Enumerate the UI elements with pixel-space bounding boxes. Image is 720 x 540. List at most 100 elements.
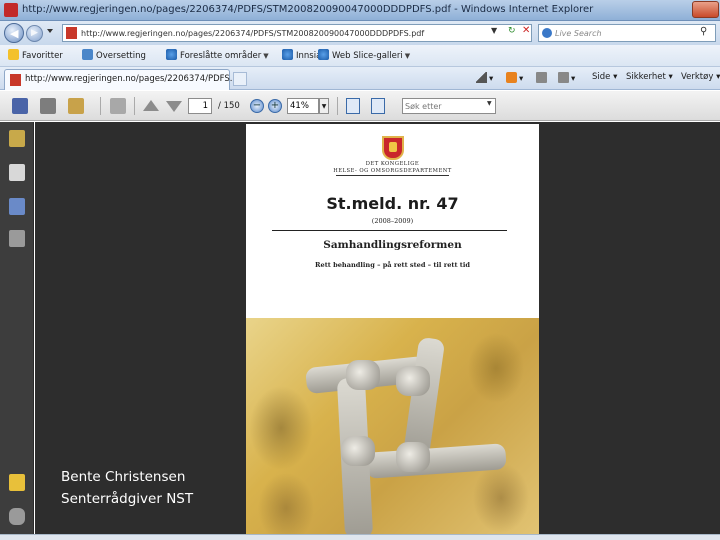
pdf-page-icon xyxy=(66,27,77,39)
feeds-button[interactable]: ▾ xyxy=(506,72,523,86)
address-bar: ◀ ▶ ▼ ↻ ✕ ⚲ xyxy=(0,21,720,45)
royal-crest-icon xyxy=(382,136,404,160)
page-menu-label: Side xyxy=(592,72,611,82)
search-input[interactable] xyxy=(555,26,695,40)
pdf-app-icon xyxy=(4,3,18,17)
search-box: ⚲ xyxy=(538,24,716,42)
ministry-line-1: DET KONGELIGE xyxy=(365,161,420,167)
bookmarks-icon[interactable] xyxy=(9,198,25,215)
chevron-down-icon: ▾ xyxy=(519,74,524,84)
search-icon[interactable]: ⚲ xyxy=(700,26,707,37)
close-window-button[interactable] xyxy=(692,1,719,18)
favorites-bar: Favoritter Oversetting Foreslåtte område… xyxy=(0,45,720,67)
chevron-down-icon[interactable]: ▼ xyxy=(487,100,492,107)
arm-shape xyxy=(365,443,507,479)
presenter-role: Senterrådgiver NST xyxy=(61,491,194,507)
navigation-panel xyxy=(0,122,34,540)
hand-shape xyxy=(396,442,430,472)
hand-shape xyxy=(346,360,380,390)
zoom-dropdown[interactable]: ▼ xyxy=(319,98,329,114)
tab-bar: http://www.regjeringen.no/pages/2206374/… xyxy=(0,67,720,90)
ie-icon xyxy=(282,49,293,60)
tools-menu-label: Verktøy xyxy=(681,72,714,82)
ministry-line-2: HELSE- OG OMSORGSDEPARTEMENT xyxy=(333,168,452,174)
arm-shape xyxy=(402,336,446,460)
document-page: DET KONGELIGE HELSE- OG OMSORGSDEPARTEME… xyxy=(246,124,539,538)
favorites-button[interactable]: Favoritter xyxy=(8,49,63,63)
home-button[interactable]: ▾ xyxy=(476,72,493,86)
back-button[interactable]: ◀ xyxy=(4,23,24,43)
arrow-left-icon: ◀ xyxy=(10,27,19,40)
window-title: http://www.regjeringen.no/pages/2206374/… xyxy=(22,4,594,15)
page-number-input[interactable] xyxy=(188,98,212,114)
home-icon xyxy=(476,72,487,83)
recent-pages-dropdown[interactable] xyxy=(47,29,53,33)
hand-shape xyxy=(396,366,430,396)
document-tagline: Rett behandling – på rett sted – til ret… xyxy=(315,261,470,269)
tab-pdf-document[interactable]: http://www.regjeringen.no/pages/2206374/… xyxy=(4,69,238,90)
zoom-out-button[interactable]: − xyxy=(250,99,264,113)
fav-item-translate[interactable]: Oversetting xyxy=(82,49,146,63)
document-subtitle: Samhandlingsreformen xyxy=(323,239,462,251)
fav-item-label: Foreslåtte områder xyxy=(180,51,262,61)
live-search-icon xyxy=(542,28,552,38)
favorites-label: Favoritter xyxy=(22,51,63,61)
url-dropdown-icon[interactable]: ▼ xyxy=(491,26,497,35)
pdf-toolbar: / 150 − + ▼ ▼ xyxy=(0,91,720,121)
title-bar: http://www.regjeringen.no/pages/2206374/… xyxy=(0,0,720,21)
comments-icon[interactable] xyxy=(9,474,25,491)
next-page-icon[interactable] xyxy=(166,101,182,112)
previous-page-icon[interactable] xyxy=(143,100,159,111)
fit-page-icon[interactable] xyxy=(346,98,360,114)
cover-photo-joined-hands xyxy=(246,318,539,538)
ie-icon xyxy=(166,49,177,60)
presenter-name: Bente Christensen xyxy=(61,469,186,485)
chevron-down-icon: ▾ xyxy=(571,74,576,84)
printer-icon xyxy=(558,72,569,83)
zoom-input[interactable] xyxy=(287,98,319,114)
page-total: / 150 xyxy=(218,101,240,111)
read-mail-button[interactable] xyxy=(536,72,549,86)
lock-icon[interactable] xyxy=(9,130,25,147)
fav-item-innsia[interactable]: Innsia xyxy=(282,49,321,63)
translate-icon xyxy=(82,49,93,60)
binoculars-icon[interactable] xyxy=(9,230,25,247)
tools-menu[interactable]: Verktøy ▾ xyxy=(681,72,720,86)
pages-icon[interactable] xyxy=(110,98,126,114)
security-menu[interactable]: Sikkerhet ▾ xyxy=(626,72,673,86)
url-input[interactable] xyxy=(81,26,481,40)
paperclip-icon[interactable] xyxy=(9,508,25,525)
fit-width-icon[interactable] xyxy=(371,98,385,114)
fav-item-web-slice-gallery[interactable]: Web Slice-galleri ▼ xyxy=(318,49,410,63)
refresh-icon[interactable]: ↻ xyxy=(508,26,516,36)
arrow-right-icon: ▶ xyxy=(31,28,38,38)
page-menu[interactable]: Side ▾ xyxy=(592,72,617,86)
security-menu-label: Sikkerhet xyxy=(626,72,666,82)
toolbar-divider xyxy=(337,97,338,115)
fav-item-label: Oversetting xyxy=(96,51,146,61)
fav-item-label: Web Slice-galleri xyxy=(332,51,403,61)
chevron-down-icon: ▾ xyxy=(489,74,494,84)
chevron-down-icon: ▾ xyxy=(668,72,673,82)
fav-item-suggested-sites[interactable]: Foreslåtte områder ▼ xyxy=(166,49,269,63)
chevron-down-icon: ▼ xyxy=(263,52,269,60)
status-bar xyxy=(0,534,720,540)
print-button[interactable]: ▾ xyxy=(558,72,575,86)
page-thumbnails-icon[interactable] xyxy=(9,164,25,181)
ie-icon xyxy=(318,49,329,60)
printer-icon[interactable] xyxy=(40,98,56,114)
ministry-rule xyxy=(336,175,449,176)
stop-icon[interactable]: ✕ xyxy=(522,25,530,36)
chevron-down-icon: ▾ xyxy=(716,72,720,82)
save-icon[interactable] xyxy=(12,98,28,114)
tab-label: http://www.regjeringen.no/pages/2206374/… xyxy=(25,74,238,84)
document-years: (2008–2009) xyxy=(371,217,414,225)
zoom-in-button[interactable]: + xyxy=(268,99,282,113)
new-tab-button[interactable] xyxy=(233,72,247,86)
toolbar-divider xyxy=(100,97,101,115)
chevron-down-icon: ▼ xyxy=(404,52,411,60)
chevron-down-icon: ▾ xyxy=(613,72,618,82)
forward-button[interactable]: ▶ xyxy=(26,25,43,42)
email-icon[interactable] xyxy=(68,98,84,114)
find-input[interactable] xyxy=(405,100,483,112)
